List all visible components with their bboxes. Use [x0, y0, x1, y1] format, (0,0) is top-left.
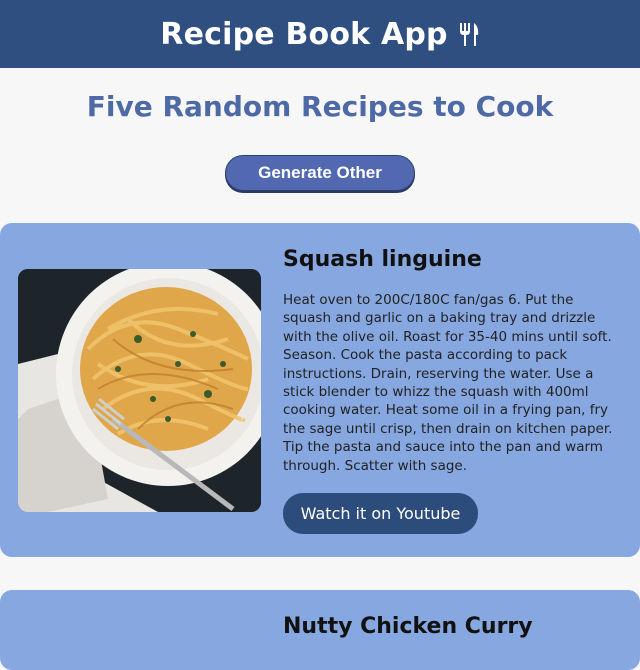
app-header: Recipe Book App [0, 0, 640, 68]
recipe-instructions: Heat oven to 200C/180C fan/gas 6. Put th… [283, 292, 613, 474]
page-subtitle: Five Random Recipes to Cook [86, 90, 554, 123]
watch-youtube-button[interactable]: Watch it on Youtube [283, 493, 478, 534]
generate-other-button[interactable]: Generate Other [225, 155, 415, 191]
recipe-title: Squash linguine [283, 247, 482, 272]
fork-knife-icon [458, 21, 480, 47]
recipe-title: Nutty Chicken Curry [283, 614, 533, 639]
recipe-card: Nutty Chicken Curry [0, 590, 640, 670]
recipe-card: Squash linguine Heat oven to 200C/180C f… [0, 223, 640, 557]
app-title: Recipe Book App [160, 16, 448, 52]
recipe-image [18, 269, 261, 512]
